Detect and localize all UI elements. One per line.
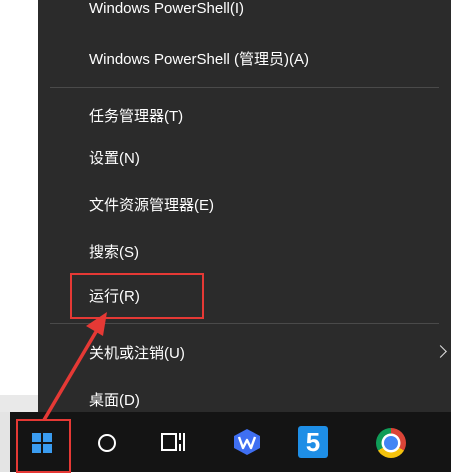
red-arrow-annotation — [42, 312, 107, 421]
